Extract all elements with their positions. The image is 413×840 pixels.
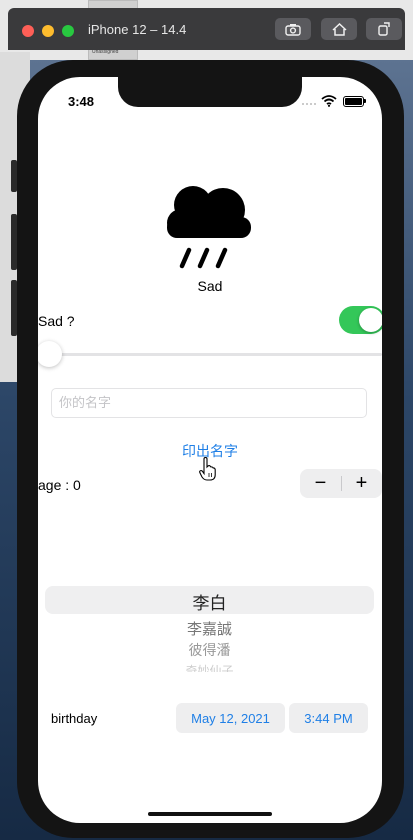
- mood-slider-track[interactable]: [38, 353, 382, 356]
- sad-toggle[interactable]: [339, 306, 382, 334]
- home-icon: [331, 22, 347, 36]
- toggle-knob: [359, 308, 382, 332]
- name-input[interactable]: [51, 388, 367, 418]
- birthday-label: birthday: [51, 711, 98, 726]
- battery-tip: [364, 99, 366, 103]
- close-window-button[interactable]: [22, 25, 34, 37]
- age-stepper: − +: [300, 469, 382, 498]
- name-picker[interactable]: 李白 李嘉誠 彼得潘 奇妙仙子: [45, 582, 374, 678]
- picker-option-selected[interactable]: 李白: [45, 589, 374, 614]
- zoom-window-button[interactable]: [62, 25, 74, 37]
- simulator-titlebar: iPhone 12 – 14.4: [8, 8, 405, 50]
- window-title: iPhone 12 – 14.4: [88, 22, 187, 37]
- minimize-window-button[interactable]: [42, 25, 54, 37]
- picker-option[interactable]: 奇妙仙子: [45, 662, 374, 672]
- notch: [118, 77, 302, 107]
- cloud-rain-icon: [167, 186, 251, 269]
- birthday-time-button[interactable]: 3:44 PM: [289, 703, 368, 733]
- stepper-minus-button[interactable]: −: [300, 469, 341, 498]
- stepper-plus-button[interactable]: +: [341, 469, 382, 498]
- rotate-button[interactable]: [366, 18, 402, 40]
- camera-icon: [285, 23, 301, 36]
- home-button[interactable]: [321, 18, 357, 40]
- mood-slider-thumb[interactable]: [38, 341, 62, 367]
- picker-option[interactable]: 李嘉誠: [45, 618, 374, 639]
- battery-icon: [343, 96, 364, 107]
- status-time: 3:48: [68, 94, 95, 109]
- sad-toggle-label: Sad ?: [38, 313, 75, 329]
- age-label: age : 0: [38, 477, 81, 493]
- screenshot-button[interactable]: [275, 18, 311, 40]
- birthday-date-button[interactable]: May 12, 2021: [176, 703, 285, 733]
- app-screen: 3:48 Sad Sad ? 印出名字 age : 0 − +: [38, 77, 382, 823]
- mood-label: Sad: [197, 278, 223, 294]
- cellular-signal-icon: [302, 101, 316, 105]
- picker-option[interactable]: 彼得潘: [45, 640, 374, 660]
- rotate-icon: [378, 22, 390, 36]
- pointer-hand-icon: [199, 457, 216, 481]
- wifi-icon: [321, 95, 337, 107]
- home-indicator: [148, 812, 272, 816]
